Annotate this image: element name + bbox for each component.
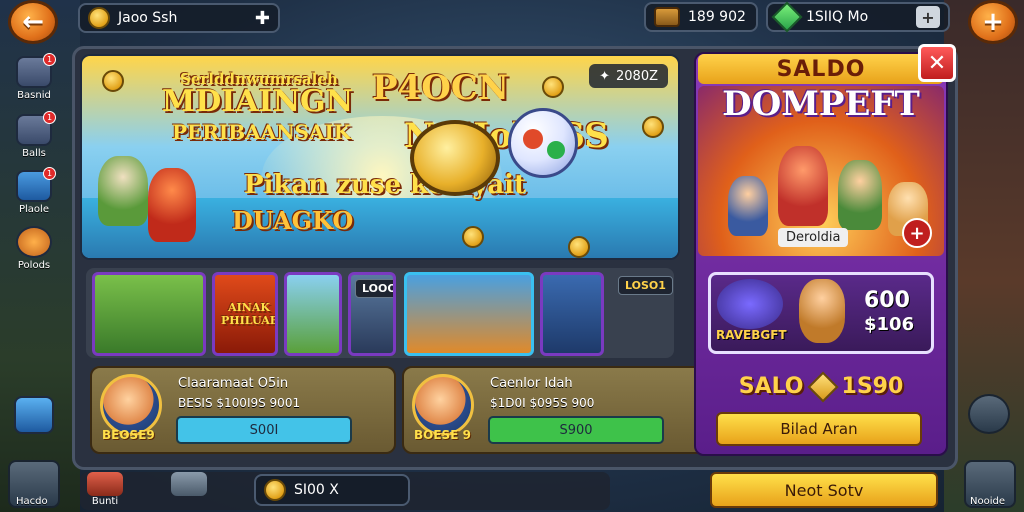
- wallet-header: SALDO: [698, 54, 944, 84]
- card-badge: BEOSE9: [102, 428, 155, 442]
- balance-value: 1S90: [841, 374, 904, 399]
- wallet-title: DOMPEFT: [722, 84, 920, 124]
- thumbnail-5-selected[interactable]: [404, 272, 534, 356]
- next-button[interactable]: Neot Sotv: [710, 472, 938, 508]
- card-subtitle: BESIS $100I9S 9001: [178, 396, 301, 410]
- claim-button-2[interactable]: S900: [488, 416, 664, 444]
- coin-art: [102, 70, 124, 92]
- player-label: Jaoo Ssh: [118, 10, 178, 26]
- coin-icon: [264, 479, 286, 501]
- big-coin-art: [410, 120, 500, 196]
- chest-icon: [654, 7, 680, 27]
- cube-icon[interactable]: [14, 396, 54, 434]
- reward-card-1: Claaramaat O5in BESIS $100I9S 9001 BEOSE…: [90, 366, 396, 454]
- card-icon: 1: [16, 53, 56, 88]
- gems-text: 1SIIQ Mo: [806, 9, 869, 25]
- event-timer: ✦ 2080Z: [589, 64, 668, 88]
- thumbnail-4[interactable]: LOOON: [348, 272, 396, 356]
- character-art: [838, 160, 882, 230]
- coin-art: [462, 226, 484, 248]
- dragon-art: [717, 279, 783, 329]
- wallet-action-button[interactable]: Bilad Aran: [716, 412, 922, 446]
- player-profile-pill[interactable]: Jaoo Ssh ✚: [78, 3, 280, 33]
- coin-art: [568, 236, 590, 258]
- offer-value-2: $106: [864, 314, 915, 335]
- sidebar-item-label: Basnid: [17, 90, 51, 101]
- gem-icon: [771, 1, 803, 33]
- add-button[interactable]: +: [902, 218, 932, 248]
- face-icon: [88, 7, 110, 29]
- bottom-right-label: Nooide: [970, 496, 1005, 507]
- thumbnail-2[interactable]: AINAK PHILUABN: [212, 272, 278, 356]
- character-art-1: [98, 156, 148, 226]
- sidebar-item-label: Balls: [22, 148, 46, 159]
- back-button[interactable]: ←: [8, 0, 58, 44]
- gold-gem-icon: [806, 370, 839, 403]
- notification-badge: 1: [43, 53, 56, 66]
- character-art: [799, 279, 845, 343]
- coin-balance-text: SI00 X: [294, 482, 339, 498]
- plus-button[interactable]: +: [968, 0, 1018, 44]
- sidebar-item-1[interactable]: 1 Basnid: [10, 53, 58, 101]
- character-art-2: [148, 168, 196, 242]
- character-icon: [16, 226, 52, 258]
- coin-balance-pill: SI00 X: [254, 474, 410, 506]
- clock-icon: ✦: [599, 68, 610, 84]
- plus-icon[interactable]: ✚: [255, 8, 270, 29]
- thumbnail-6[interactable]: [540, 272, 604, 356]
- offer-label: RAVEBGFT: [716, 328, 787, 342]
- claim-button-1[interactable]: S00I: [176, 416, 352, 444]
- sidebar-item-3[interactable]: 1 Plaole: [10, 167, 58, 215]
- balance-prefix: SALO: [738, 374, 804, 399]
- coin-art: [542, 76, 564, 98]
- character-art: [728, 176, 768, 236]
- notification-badge: 1: [43, 167, 56, 180]
- card-badge: BOESE 9: [414, 428, 471, 442]
- pencil-icon: [87, 472, 123, 496]
- banner-headline-a: P4OCN: [372, 68, 509, 108]
- bottom-left-label: Hacdo: [16, 496, 48, 507]
- bottom-item-crate[interactable]: [164, 472, 214, 496]
- notification-badge: 1: [43, 111, 56, 124]
- sidebar-item-label: Plaole: [19, 204, 49, 215]
- timer-value: 2080Z: [616, 68, 658, 84]
- card-name: Claaramaat O5in: [178, 376, 289, 391]
- offer-value-1: 600: [864, 288, 910, 313]
- card-subtitle: $1D0I $095S 900: [490, 396, 595, 410]
- reward-card-2: Caenlor Idah $1D0I $095S 900 BOESE 9 S90…: [402, 366, 708, 454]
- arrow-left-icon: ←: [22, 7, 44, 37]
- sidebar-item-2[interactable]: 1 Balls: [10, 111, 58, 159]
- bottom-item-pencil[interactable]: Bunti: [80, 472, 130, 507]
- sidebar-item-label: Polods: [17, 260, 51, 271]
- banner-line-2: MDIAINGN: [162, 84, 354, 119]
- avatar: [412, 374, 474, 436]
- thumbnail-3[interactable]: [284, 272, 342, 356]
- balance-row: SALO 1S90: [704, 370, 938, 403]
- add-currency-button[interactable]: +: [916, 6, 940, 28]
- wallet-badge: Deroldia: [778, 228, 849, 247]
- coin-art: [642, 116, 664, 138]
- bottom-item-label: Bunti: [91, 496, 119, 507]
- thumbnail-4-label: LOOON: [355, 279, 393, 298]
- banner-subtitle-2: DUAGKO: [232, 206, 354, 235]
- gems-counter: 1SIIQ Mo +: [766, 1, 950, 33]
- settings-button[interactable]: [968, 394, 1010, 434]
- character-art: [778, 146, 828, 226]
- book-icon: 1: [16, 111, 56, 146]
- banner-line-3: PERIBAANSAIK: [172, 120, 352, 144]
- avatar: [100, 374, 162, 436]
- thumbnail-1[interactable]: [92, 272, 206, 356]
- box-icon: 1: [16, 167, 56, 202]
- sidebar-item-4[interactable]: Polods: [10, 226, 58, 271]
- thumbnail-2-label: AINAK PHILUABN: [221, 301, 275, 328]
- coins-counter: 189 902: [644, 2, 758, 32]
- card-name: Caenlor Idah: [490, 376, 573, 391]
- crate-icon: [171, 472, 207, 496]
- thumbnail-row-label: LOSO1: [618, 276, 673, 295]
- ball-art: [508, 108, 578, 178]
- coins-value: 189 902: [688, 9, 746, 25]
- close-button[interactable]: ✕: [918, 44, 956, 82]
